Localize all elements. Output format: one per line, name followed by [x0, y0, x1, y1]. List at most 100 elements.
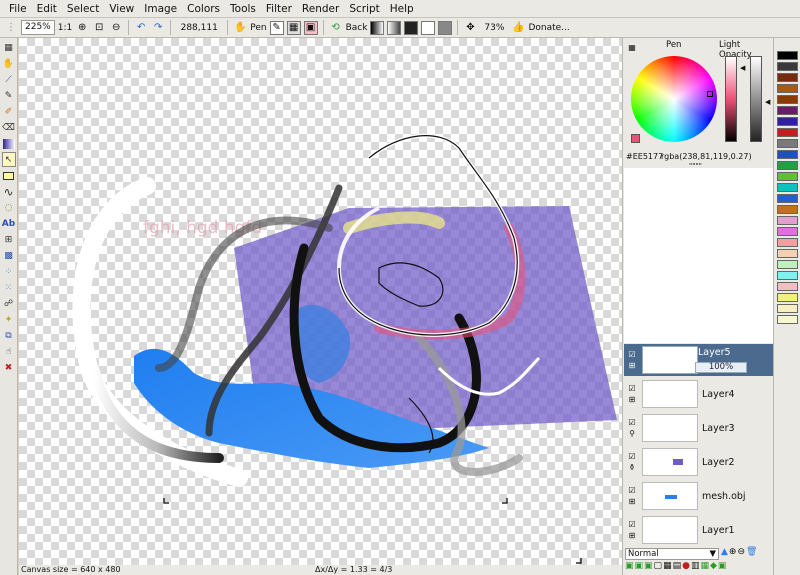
move-layer-icon[interactable]: ◆ [710, 561, 717, 571]
palette-swatch[interactable] [777, 293, 798, 302]
canvas[interactable]: fghi, hgd hgfd [19, 38, 622, 565]
menu-filter[interactable]: Filter [261, 0, 297, 18]
menu-tools[interactable]: Tools [225, 0, 261, 18]
panel-icon[interactable]: ▦ [625, 40, 639, 54]
palette-swatch[interactable] [777, 205, 798, 214]
layer-link-icon[interactable]: ⚲ [629, 429, 635, 438]
menu-help[interactable]: Help [385, 0, 419, 18]
zoom-fit-icon[interactable]: ⊡ [92, 21, 106, 35]
current-color-swatch[interactable] [631, 134, 640, 143]
palette-swatch[interactable] [777, 139, 798, 148]
menu-script[interactable]: Script [344, 0, 384, 18]
donate-button[interactable]: Donate... [528, 23, 569, 33]
image-layer-icon[interactable]: ▤ [673, 561, 682, 571]
zoom-in-icon[interactable]: ⊕ [75, 21, 89, 35]
palette-swatch[interactable] [777, 282, 798, 291]
blank-icon[interactable] [421, 20, 436, 35]
palette-swatch[interactable] [777, 51, 798, 60]
trash-icon[interactable]: 🗑 [746, 547, 757, 557]
clone-tool-icon[interactable]: ⧉ [2, 328, 16, 343]
palette-swatch[interactable] [777, 304, 798, 313]
layer-paint-icon[interactable]: ⚱ [629, 463, 636, 472]
invert-icon[interactable] [404, 20, 419, 35]
pencil-tool-icon[interactable]: ✎ [2, 88, 16, 103]
grid-tool-icon[interactable]: ▦ [2, 40, 16, 55]
visibility-checkbox[interactable]: ☑ [628, 520, 635, 529]
layer-row-mesh[interactable]: ☑ ⊞ mesh.obj [624, 480, 773, 512]
gradient-tool-icon[interactable] [2, 136, 16, 151]
palette-swatch[interactable] [777, 73, 798, 82]
checker-tool-icon[interactable]: ▩ [2, 248, 16, 263]
zoom-out-icon[interactable]: ⊖ [737, 547, 745, 557]
palette-swatch[interactable] [777, 227, 798, 236]
layer-grid-icon[interactable]: ⊞ [629, 361, 636, 370]
palette-swatch[interactable] [777, 62, 798, 71]
layer-grid-icon[interactable]: ⊞ [629, 395, 636, 404]
back-icon[interactable]: ⟲ [329, 21, 343, 35]
delete-tool-icon[interactable]: ✖ [2, 360, 16, 375]
visibility-checkbox[interactable]: ☑ [628, 452, 635, 461]
lightness-slider[interactable] [725, 56, 737, 142]
lasso-tool-icon[interactable]: ◌ [2, 200, 16, 215]
palette-swatch[interactable] [777, 95, 798, 104]
layer-row-layer5[interactable]: ☑ ⊞ Layer5 100% [624, 344, 773, 376]
more-layer-icon[interactable]: ▣ [718, 561, 727, 571]
palette-swatch[interactable] [777, 150, 798, 159]
layer-row-layer1[interactable]: ☑ ⊞ Layer1 [624, 514, 773, 546]
hand-icon[interactable]: ✋ [233, 21, 247, 35]
palette-swatch[interactable] [777, 216, 798, 225]
effect-layer-icon[interactable]: ● [682, 561, 690, 571]
palette-swatch[interactable] [777, 183, 798, 192]
redo-icon[interactable]: ↷ [151, 21, 165, 35]
eraser-tool-icon[interactable]: ⌫ [2, 120, 16, 135]
visibility-checkbox[interactable]: ☑ [628, 350, 635, 359]
brush-style-icon[interactable]: ✎ [269, 20, 284, 35]
palette-swatch[interactable] [777, 172, 798, 181]
palette-swatch[interactable] [777, 161, 798, 170]
zoom-in-icon[interactable]: ⊕ [729, 547, 737, 557]
back-button[interactable]: Back [346, 23, 368, 33]
blend-mode-select[interactable]: Normal ▼ [625, 548, 719, 560]
zoom-out-icon[interactable]: ⊖ [109, 21, 123, 35]
fill-icon[interactable] [438, 20, 453, 35]
menu-view[interactable]: View [104, 0, 139, 18]
menu-colors[interactable]: Colors [182, 0, 225, 18]
opacity-slider[interactable] [750, 56, 762, 142]
palette-swatch[interactable] [777, 238, 798, 247]
grid-warp-tool-icon[interactable]: ⊞ [2, 232, 16, 247]
mask-layer-icon[interactable]: ▢ [654, 561, 663, 571]
group-layer-icon[interactable]: ▦ [663, 561, 672, 571]
smudge-tool-icon[interactable]: ☍ [2, 296, 16, 311]
text-tool-icon[interactable]: Ab [2, 216, 16, 231]
visibility-checkbox[interactable]: ☑ [628, 418, 635, 427]
palette-swatch[interactable] [777, 271, 798, 280]
layer-grid-icon[interactable]: ⊞ [629, 531, 636, 540]
hand-tool-icon[interactable]: ✋ [2, 56, 16, 71]
menu-select[interactable]: Select [62, 0, 104, 18]
palette-swatch[interactable] [777, 315, 798, 324]
menu-file[interactable]: File [4, 0, 32, 18]
palette-swatch[interactable] [777, 260, 798, 269]
merge-layer-icon[interactable]: ▣ [644, 561, 653, 571]
move-icon[interactable]: ✥ [463, 21, 477, 35]
menu-render[interactable]: Render [297, 0, 344, 18]
layer-opacity-field[interactable]: 100% [695, 362, 747, 373]
new-layer-icon[interactable]: ▣ [625, 561, 634, 571]
brush-tool-icon[interactable]: ✐ [2, 104, 16, 119]
texture-icon[interactable]: ▣ [303, 20, 318, 35]
palette-swatch[interactable] [777, 106, 798, 115]
swap-icon[interactable] [387, 20, 402, 35]
layer-grid-icon[interactable]: ⊞ [629, 497, 636, 506]
thumbs-up-icon[interactable]: 👍 [511, 21, 525, 35]
palette-swatch[interactable] [777, 128, 798, 137]
visibility-checkbox[interactable]: ☑ [628, 486, 635, 495]
gradient-icon[interactable] [370, 20, 385, 35]
zoom-field[interactable]: 225% [21, 20, 55, 35]
visibility-checkbox[interactable]: ☑ [628, 384, 635, 393]
layer-row-layer3[interactable]: ☑ ⚲ Layer3 [624, 412, 773, 444]
blur-tool-icon[interactable]: ⁙ [2, 280, 16, 295]
spray-tool-icon[interactable]: ⁘ [2, 264, 16, 279]
duplicate-layer-icon[interactable]: ▣ [635, 561, 644, 571]
palette-swatch[interactable] [777, 84, 798, 93]
palette-swatch[interactable] [777, 117, 798, 126]
